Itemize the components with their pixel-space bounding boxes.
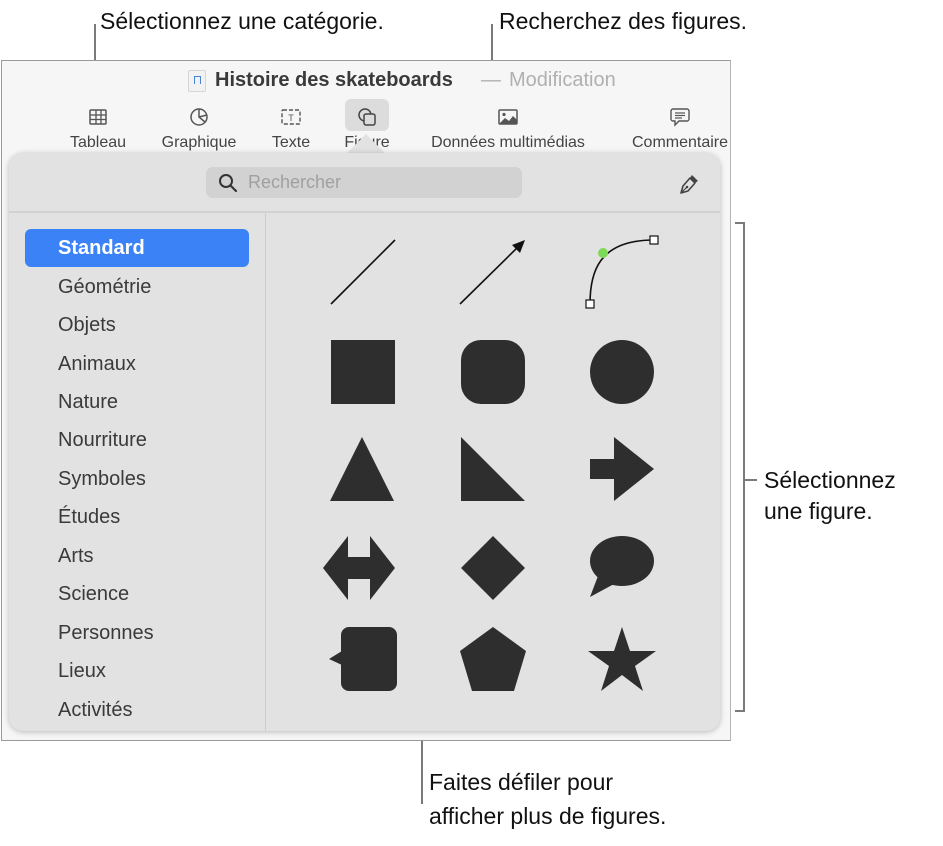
category-symboles[interactable]: Symboles	[25, 460, 249, 498]
shape-icon	[358, 108, 376, 126]
shape-line[interactable]	[318, 233, 408, 323]
document-icon	[188, 70, 206, 92]
toolbar-media-button[interactable]: Données multimédias	[416, 101, 600, 157]
shape-double-arrow[interactable]	[318, 536, 408, 626]
text-box-icon: T	[281, 109, 301, 125]
callout-bracket-tick	[745, 479, 757, 481]
callout-figure-2: une figure.	[764, 498, 873, 524]
shape-right-triangle[interactable]	[448, 437, 538, 527]
category-arts[interactable]: Arts	[25, 537, 249, 575]
category-animaux[interactable]: Animaux	[25, 345, 249, 383]
document-status: Modification	[509, 69, 616, 91]
line-shape-icon	[330, 239, 396, 305]
document-title: Histoire des skateboards	[215, 69, 453, 91]
category-etudes[interactable]: Études	[25, 498, 249, 536]
toolbar-chart-label: Graphique	[161, 134, 237, 151]
shape-diamond[interactable]	[448, 536, 538, 626]
arrow-line-icon	[459, 240, 525, 305]
shape-arrow[interactable]	[448, 233, 538, 323]
callout-scroll-2: afficher plus de figures.	[429, 803, 667, 829]
speech-bubble-icon	[590, 536, 654, 597]
category-personnes[interactable]: Personnes	[25, 614, 249, 652]
media-icon	[498, 109, 518, 125]
double-arrow-icon	[323, 536, 395, 600]
shape-rounded-square[interactable]	[448, 334, 538, 424]
circle-icon	[590, 340, 654, 404]
toolbar-comment-label: Commentaire	[631, 134, 729, 151]
title-bar: Histoire des skateboards — Modification	[2, 61, 730, 101]
shape-arrow-right[interactable]	[578, 437, 668, 527]
shape-pentagon[interactable]	[448, 627, 538, 717]
shape-circle[interactable]	[578, 334, 668, 424]
search-icon	[219, 174, 238, 193]
callout-bracket-figures	[743, 222, 745, 712]
table-icon	[89, 109, 107, 125]
title-separator: —	[481, 69, 501, 91]
search-field[interactable]	[206, 167, 522, 198]
rounded-square-icon	[461, 340, 525, 404]
chart-icon	[190, 108, 208, 126]
toolbar-text-button[interactable]: T Texte	[262, 101, 320, 157]
square-icon	[331, 340, 395, 404]
category-science[interactable]: Science	[25, 575, 249, 613]
callout-figure-1: Sélectionnez	[764, 467, 896, 493]
category-nature[interactable]: Nature	[25, 383, 249, 421]
shape-library-popover: Standard Géométrie Objets Animaux Nature…	[9, 153, 720, 731]
toolbar-chart-button[interactable]: Graphique	[152, 101, 246, 157]
category-activites[interactable]: Activités	[25, 691, 249, 729]
popover-divider	[9, 211, 720, 213]
search-input[interactable]	[248, 167, 508, 198]
arrow-right-icon	[590, 437, 654, 501]
comment-icon	[670, 108, 690, 127]
category-lieux[interactable]: Lieux	[25, 652, 249, 690]
svg-text:T: T	[288, 113, 294, 123]
popover-arrow	[346, 134, 386, 154]
toolbar-comment-button[interactable]: Commentaire	[622, 101, 730, 157]
triangle-icon	[330, 437, 394, 501]
toolbar-text-label: Texte	[271, 134, 311, 151]
toolbar-table-button[interactable]: Tableau	[62, 101, 134, 157]
shape-triangle[interactable]	[318, 437, 408, 527]
category-geometrie[interactable]: Géométrie	[25, 268, 249, 306]
category-objets[interactable]: Objets	[25, 306, 249, 344]
diamond-icon	[461, 536, 525, 600]
right-triangle-icon	[461, 437, 525, 501]
callout-search: Recherchez des figures.	[499, 8, 748, 34]
shape-callout-square[interactable]	[318, 627, 408, 717]
category-divider	[265, 213, 266, 731]
callout-scroll-1: Faites défiler pour	[429, 769, 614, 795]
category-standard[interactable]: Standard	[25, 229, 249, 267]
callout-bracket-top	[735, 222, 745, 224]
callout-square-icon	[329, 627, 397, 691]
star-icon	[588, 627, 656, 691]
toolbar-table-label: Tableau	[69, 134, 127, 151]
curve-icon	[585, 235, 659, 309]
draw-with-pen-button[interactable]	[676, 171, 702, 197]
category-nourriture[interactable]: Nourriture	[25, 421, 249, 459]
shape-speech-bubble[interactable]	[578, 536, 668, 626]
shape-square[interactable]	[318, 334, 408, 424]
toolbar-media-label: Données multimédias	[431, 134, 585, 151]
shape-curve[interactable]	[578, 233, 668, 323]
callout-category: Sélectionnez une catégorie.	[100, 8, 384, 34]
pentagon-icon	[460, 627, 526, 691]
callout-bracket-bottom	[735, 710, 745, 712]
shape-star[interactable]	[578, 627, 668, 717]
pen-icon	[680, 175, 698, 194]
